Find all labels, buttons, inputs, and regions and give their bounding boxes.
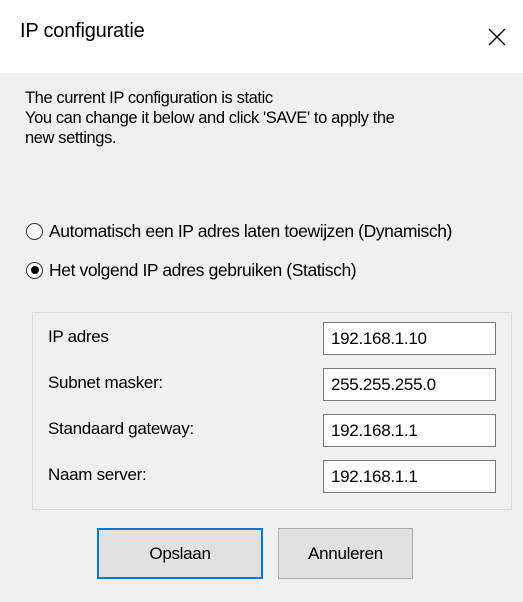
name-server-input[interactable]	[323, 460, 496, 493]
window-title: IP configuratie	[20, 20, 145, 42]
close-icon	[488, 28, 506, 45]
default-gateway-label: Standaard gateway:	[48, 419, 194, 438]
radio-static-label: Het volgend IP adres gebruiken (Statisch…	[49, 259, 357, 280]
info-line-2: You can change it below and click 'SAVE'…	[25, 109, 395, 127]
cancel-button-label: Annuleren	[308, 543, 383, 563]
ip-address-label: IP adres	[48, 327, 109, 346]
radio-static[interactable]	[26, 261, 43, 279]
info-line-3: new settings.	[25, 129, 117, 147]
radio-dynamic-label: Automatisch een IP adres laten toewijzen…	[49, 220, 452, 241]
default-gateway-input[interactable]	[323, 414, 496, 447]
save-button-label: Opslaan	[149, 543, 211, 563]
radio-static-option[interactable]: Het volgend IP adres gebruiken (Statisch…	[26, 258, 357, 282]
info-line-1: The current IP configuration is static	[25, 89, 273, 107]
cancel-button[interactable]: Annuleren	[278, 528, 413, 579]
subnet-mask-label: Subnet masker:	[48, 373, 163, 392]
radio-dynamic[interactable]	[26, 222, 43, 240]
name-server-label: Naam server:	[48, 465, 147, 484]
ip-config-dialog: IP configuratie The current IP configura…	[0, 0, 523, 602]
title-bar: IP configuratie	[0, 0, 523, 73]
ip-settings-group: IP adres Subnet masker: Standaard gatewa…	[32, 312, 512, 510]
subnet-mask-input[interactable]	[323, 368, 496, 401]
ip-address-input[interactable]	[323, 322, 496, 355]
save-button[interactable]: Opslaan	[97, 528, 263, 579]
close-button[interactable]	[471, 0, 523, 73]
info-text: The current IP configuration is static Y…	[25, 88, 395, 148]
radio-dynamic-option[interactable]: Automatisch een IP adres laten toewijzen…	[26, 219, 452, 243]
